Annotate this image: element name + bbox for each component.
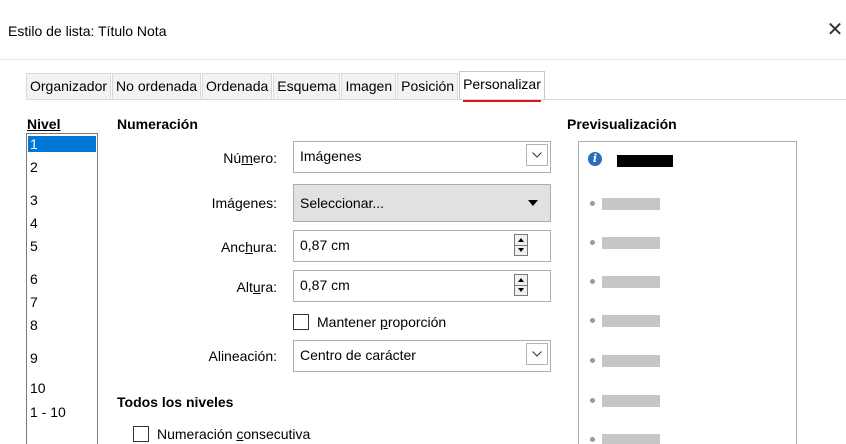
anchura-label-post: ura:: [252, 239, 277, 255]
anchura-spinbox[interactable]: 0,87 cm: [293, 230, 551, 262]
chevron-down-icon[interactable]: [526, 144, 548, 166]
anchura-label: Anchura:: [97, 239, 277, 255]
mantener-proporcion-label[interactable]: Mantener proporción: [317, 314, 446, 330]
mantener-label-pre: Mantener: [317, 314, 381, 330]
tab-divider: [26, 99, 846, 100]
preview-line: [602, 276, 660, 288]
level-item[interactable]: 4: [28, 215, 96, 231]
imagenes-select-value: Seleccionar...: [300, 195, 385, 211]
mantener-label-post: roporción: [387, 314, 447, 330]
chevron-down-icon[interactable]: [526, 343, 548, 365]
preview-line: [602, 198, 660, 210]
spin-divider: [515, 285, 527, 286]
tab-imagen[interactable]: Imagen: [341, 73, 397, 99]
level-item[interactable]: 1 - 10: [28, 404, 96, 420]
preview-heading: Previsualización: [567, 116, 677, 132]
numero-select[interactable]: Imágenes: [293, 141, 551, 173]
anchura-value: 0,87 cm: [300, 237, 350, 253]
nivel-heading: Nivel: [27, 116, 61, 132]
alineacion-select[interactable]: Centro de carácter: [293, 340, 551, 372]
level-item[interactable]: 3: [28, 192, 96, 208]
increment-arrow-icon[interactable]: [518, 278, 524, 282]
numero-label-accel: m: [241, 150, 253, 166]
spin-divider: [515, 245, 527, 246]
level-item[interactable]: 10: [28, 380, 96, 396]
numero-label-post: ero:: [252, 150, 277, 166]
mantener-label-accel: p: [380, 314, 388, 330]
preview-level-1-line: [617, 155, 673, 167]
numeracion-consecutiva-label[interactable]: Numeración consecutiva: [157, 426, 310, 442]
numero-select-value: Imágenes: [300, 148, 362, 164]
consecutiva-label-post: onsecutiva: [243, 426, 311, 442]
title-bar: Estilo de lista: Título Nota ✕: [0, 0, 846, 60]
mantener-proporcion-checkbox[interactable]: [293, 314, 309, 330]
level-item[interactable]: 1: [28, 136, 96, 152]
tab-personalizar-label: Personalizar: [463, 76, 541, 92]
level-list[interactable]: 1 2 3 4 5 6 7 8 9 10 1 - 10: [26, 133, 98, 444]
level-item[interactable]: 6: [28, 271, 96, 287]
preview-bullet-dot: [590, 398, 595, 403]
imagenes-label-post: enes:: [242, 195, 277, 211]
altura-spinbox[interactable]: 0,87 cm: [293, 270, 551, 302]
preview-pane: i: [578, 141, 797, 444]
preview-line: [602, 237, 660, 249]
preview-line: [602, 434, 660, 444]
altura-value: 0,87 cm: [300, 277, 350, 293]
imagenes-select-button[interactable]: Seleccionar...: [293, 184, 551, 222]
imagenes-label-accel: g: [234, 195, 243, 211]
anchura-label-accel: h: [245, 239, 253, 255]
preview-bullet-dot: [590, 318, 595, 323]
level-item[interactable]: 9: [28, 350, 96, 366]
imagenes-label-pre: Imá: [211, 195, 235, 211]
tab-personalizar[interactable]: Personalizar: [459, 71, 545, 102]
dropdown-arrow-icon: [528, 200, 538, 206]
todos-niveles-heading: Todos los niveles: [117, 394, 234, 410]
preview-bullet-dot: [590, 240, 595, 245]
preview-line: [602, 315, 660, 327]
tab-bar: Organizador No ordenada Ordenada Esquema…: [26, 71, 546, 102]
preview-bullet-dot: [590, 201, 595, 206]
altura-spin-buttons[interactable]: [514, 274, 528, 296]
altura-label-accel: u: [252, 279, 261, 295]
level-item[interactable]: 8: [28, 317, 96, 333]
preview-line: [602, 355, 660, 367]
altura-label-post: ra:: [260, 279, 277, 295]
alineacion-select-value: Centro de carácter: [300, 347, 416, 363]
tab-no-ordenada[interactable]: No ordenada: [112, 73, 201, 99]
altura-label: Altura:: [97, 279, 277, 295]
tab-posicion[interactable]: Posición: [397, 73, 459, 99]
numeracion-consecutiva-checkbox[interactable]: [133, 426, 149, 442]
preview-bullet-dot: [590, 358, 595, 363]
anchura-label-pre: Anc: [220, 239, 246, 255]
increment-arrow-icon[interactable]: [518, 238, 524, 242]
close-icon[interactable]: ✕: [824, 18, 846, 42]
numeracion-heading: Numeración: [117, 116, 198, 132]
level-item[interactable]: 2: [28, 159, 96, 175]
level-item[interactable]: 5: [28, 238, 96, 254]
tab-esquema[interactable]: Esquema: [273, 73, 341, 99]
info-bullet-icon: i: [588, 152, 602, 166]
anchura-spin-buttons[interactable]: [514, 234, 528, 256]
imagenes-label: Imágenes:: [97, 195, 277, 211]
numero-label-pre: Nú: [223, 150, 242, 166]
decrement-arrow-icon[interactable]: [518, 248, 524, 252]
numero-label: Número:: [97, 150, 277, 166]
alineacion-label: Alineación:: [208, 348, 278, 364]
preview-bullet-dot: [590, 437, 595, 442]
tab-organizador[interactable]: Organizador: [26, 73, 112, 99]
consecutiva-label-pre: Numeración: [157, 426, 237, 442]
level-item[interactable]: 7: [28, 294, 96, 310]
tab-ordenada[interactable]: Ordenada: [202, 73, 273, 99]
preview-bullet-dot: [590, 279, 595, 284]
dialog-title: Estilo de lista: Título Nota: [8, 23, 167, 39]
altura-label-pre: Alt: [236, 279, 253, 295]
decrement-arrow-icon[interactable]: [518, 288, 524, 292]
preview-line: [602, 395, 660, 407]
